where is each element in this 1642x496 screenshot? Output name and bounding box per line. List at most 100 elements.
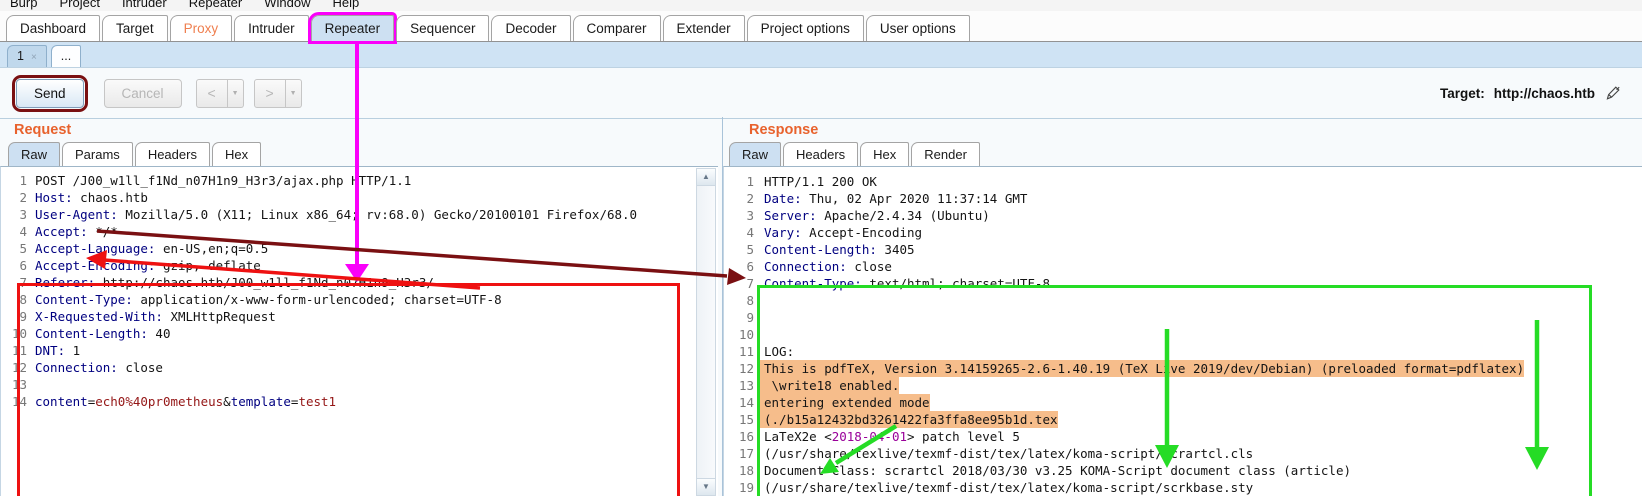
code-line: 9X-Requested-With: XMLHttpRequest — [1, 308, 718, 325]
line-text: Referer: http://chaos.htb/J00_w1ll_f1Nd_… — [31, 274, 434, 291]
line-text: Accept-Language: en-US,en;q=0.5 — [31, 240, 268, 257]
tab-sequencer[interactable]: Sequencer — [396, 15, 489, 41]
code-line: 7Content-Type: text/html; charset=UTF-8 — [724, 275, 1642, 292]
line-number: 4 — [1, 223, 31, 240]
menu-item-project[interactable]: Project — [59, 0, 99, 7]
line-number: 10 — [724, 326, 760, 343]
prev-request-split-button[interactable]: < ▼ — [196, 79, 244, 108]
code-line: 15(./b15a12432bd3261422fa3ffa8ee95b1d.te… — [724, 411, 1642, 428]
line-text: Connection: close — [31, 359, 163, 376]
response-tab-hex[interactable]: Hex — [860, 142, 909, 166]
code-line: 9 — [724, 309, 1642, 326]
code-line: 4Accept: */* — [1, 223, 718, 240]
tab-repeater[interactable]: Repeater — [311, 15, 395, 41]
tab-dashboard[interactable]: Dashboard — [6, 15, 100, 41]
tab-proxy[interactable]: Proxy — [170, 15, 233, 41]
prev-dropdown-arrow-icon[interactable]: ▼ — [228, 79, 244, 108]
tab-decoder[interactable]: Decoder — [491, 15, 570, 41]
code-line: 5Accept-Language: en-US,en;q=0.5 — [1, 240, 718, 257]
line-number: 6 — [724, 258, 760, 275]
target-display: Target: http://chaos.htb — [1440, 84, 1630, 102]
line-text: Accept: */* — [31, 223, 118, 240]
tab-user-options[interactable]: User options — [866, 15, 970, 41]
code-line: 12This is pdfTeX, Version 3.14159265-2.6… — [724, 360, 1642, 377]
line-number: 5 — [1, 240, 31, 257]
code-line: 1HTTP/1.1 200 OK — [724, 173, 1642, 190]
send-button[interactable]: Send — [16, 79, 84, 108]
edit-target-pencil-icon[interactable] — [1604, 84, 1622, 102]
code-line: 2Date: Thu, 02 Apr 2020 11:37:14 GMT — [724, 190, 1642, 207]
menu-bar: Burp Project Intruder Repeater Window Help — [0, 0, 1642, 11]
line-text: Date: Thu, 02 Apr 2020 11:37:14 GMT — [760, 190, 1027, 207]
code-line: 4Vary: Accept-Encoding — [724, 224, 1642, 241]
close-tab-icon[interactable]: × — [31, 52, 37, 63]
response-code-lines: 1HTTP/1.1 200 OK2Date: Thu, 02 Apr 2020 … — [724, 173, 1642, 496]
repeater-tab-bar: 1×... — [0, 42, 1642, 68]
response-tab-raw[interactable]: Raw — [729, 142, 781, 166]
request-tab-hex[interactable]: Hex — [212, 142, 261, 166]
code-line: 19(/usr/share/texlive/texmf-dist/tex/lat… — [724, 479, 1642, 496]
line-number: 11 — [1, 342, 31, 359]
repeater-item-tab-1[interactable]: 1× — [7, 45, 47, 67]
next-request-split-button[interactable]: > ▼ — [254, 79, 302, 108]
request-scrollbar[interactable]: ▲ ▼ — [696, 168, 716, 496]
request-tab-raw[interactable]: Raw — [8, 142, 60, 166]
code-line: 14content=ech0%40pr0metheus&template=tes… — [1, 393, 718, 410]
line-number: 4 — [724, 224, 760, 241]
tab-extender[interactable]: Extender — [663, 15, 745, 41]
code-line: 8 — [724, 292, 1642, 309]
menu-item-burp[interactable]: Burp — [10, 0, 37, 7]
burp-suite-window: BurpProjectIntruderRepeaterWindowHelp Da… — [0, 0, 1642, 496]
next-request-button[interactable]: > — [254, 79, 286, 108]
menu-item-window[interactable]: Window — [264, 0, 310, 7]
menu-item-repeater[interactable]: Repeater — [189, 0, 242, 7]
tab-project-options[interactable]: Project options — [747, 15, 864, 41]
scroll-down-arrow-icon[interactable]: ▼ — [697, 478, 715, 495]
code-line: 10 — [724, 326, 1642, 343]
line-number: 7 — [724, 275, 760, 292]
line-text: Connection: close — [760, 258, 892, 275]
line-text: Host: chaos.htb — [31, 189, 148, 206]
next-dropdown-arrow-icon[interactable]: ▼ — [286, 79, 302, 108]
line-text: Document Class: scrartcl 2018/03/30 v3.2… — [760, 462, 1351, 479]
code-line: 3Server: Apache/2.4.34 (Ubuntu) — [724, 207, 1642, 224]
request-panel: Request RawParamsHeadersHex 1POST /J00_w… — [0, 117, 718, 496]
message-panels: Request RawParamsHeadersHex 1POST /J00_w… — [0, 117, 1642, 496]
line-text: X-Requested-With: XMLHttpRequest — [31, 308, 276, 325]
line-text: Server: Apache/2.4.34 (Ubuntu) — [760, 207, 990, 224]
response-tab-render[interactable]: Render — [911, 142, 980, 166]
line-number: 2 — [1, 189, 31, 206]
cancel-button[interactable]: Cancel — [104, 79, 182, 108]
request-editor[interactable]: 1POST /J00_w1ll_f1Nd_n07H1n9_H3r3/ajax.p… — [0, 166, 718, 496]
line-text: POST /J00_w1ll_f1Nd_n07H1n9_H3r3/ajax.ph… — [31, 172, 411, 189]
response-editor[interactable]: 1HTTP/1.1 200 OK2Date: Thu, 02 Apr 2020 … — [723, 166, 1642, 496]
tab-comparer[interactable]: Comparer — [573, 15, 661, 41]
scroll-up-arrow-icon[interactable]: ▲ — [697, 169, 715, 186]
line-number: 13 — [724, 377, 760, 394]
code-line: 16LaTeX2e <2018-04-01> patch level 5 — [724, 428, 1642, 445]
code-line: 14entering extended mode — [724, 394, 1642, 411]
tab-intruder[interactable]: Intruder — [234, 15, 309, 41]
highlighted-line-text: (./b15a12432bd3261422fa3ffa8ee95b1d.tex — [760, 411, 1058, 428]
menu-item-intruder[interactable]: Intruder — [122, 0, 167, 7]
line-number: 15 — [724, 411, 760, 428]
line-number: 1 — [724, 173, 760, 190]
line-text — [760, 309, 764, 326]
response-tab-headers[interactable]: Headers — [783, 142, 858, 166]
main-tab-bar: DashboardTargetProxyIntruderRepeaterSequ… — [0, 11, 1642, 42]
menu-item-help[interactable]: Help — [332, 0, 359, 7]
code-line: 18Document Class: scrartcl 2018/03/30 v3… — [724, 462, 1642, 479]
line-text: Vary: Accept-Encoding — [760, 224, 922, 241]
line-number: 12 — [724, 360, 760, 377]
request-panel-title: Request — [0, 117, 718, 141]
prev-request-button[interactable]: < — [196, 79, 228, 108]
repeater-item-tab-...[interactable]: ... — [51, 45, 81, 67]
line-text: Content-Length: 40 — [31, 325, 170, 342]
tab-target[interactable]: Target — [102, 15, 168, 41]
request-tab-headers[interactable]: Headers — [135, 142, 210, 166]
line-text: (/usr/share/texlive/texmf-dist/tex/latex… — [760, 445, 1253, 462]
line-text: content=ech0%40pr0metheus&template=test1 — [31, 393, 336, 410]
line-text: (/usr/share/texlive/texmf-dist/tex/latex… — [760, 479, 1253, 496]
request-tab-params[interactable]: Params — [62, 142, 133, 166]
line-number: 14 — [1, 393, 31, 410]
